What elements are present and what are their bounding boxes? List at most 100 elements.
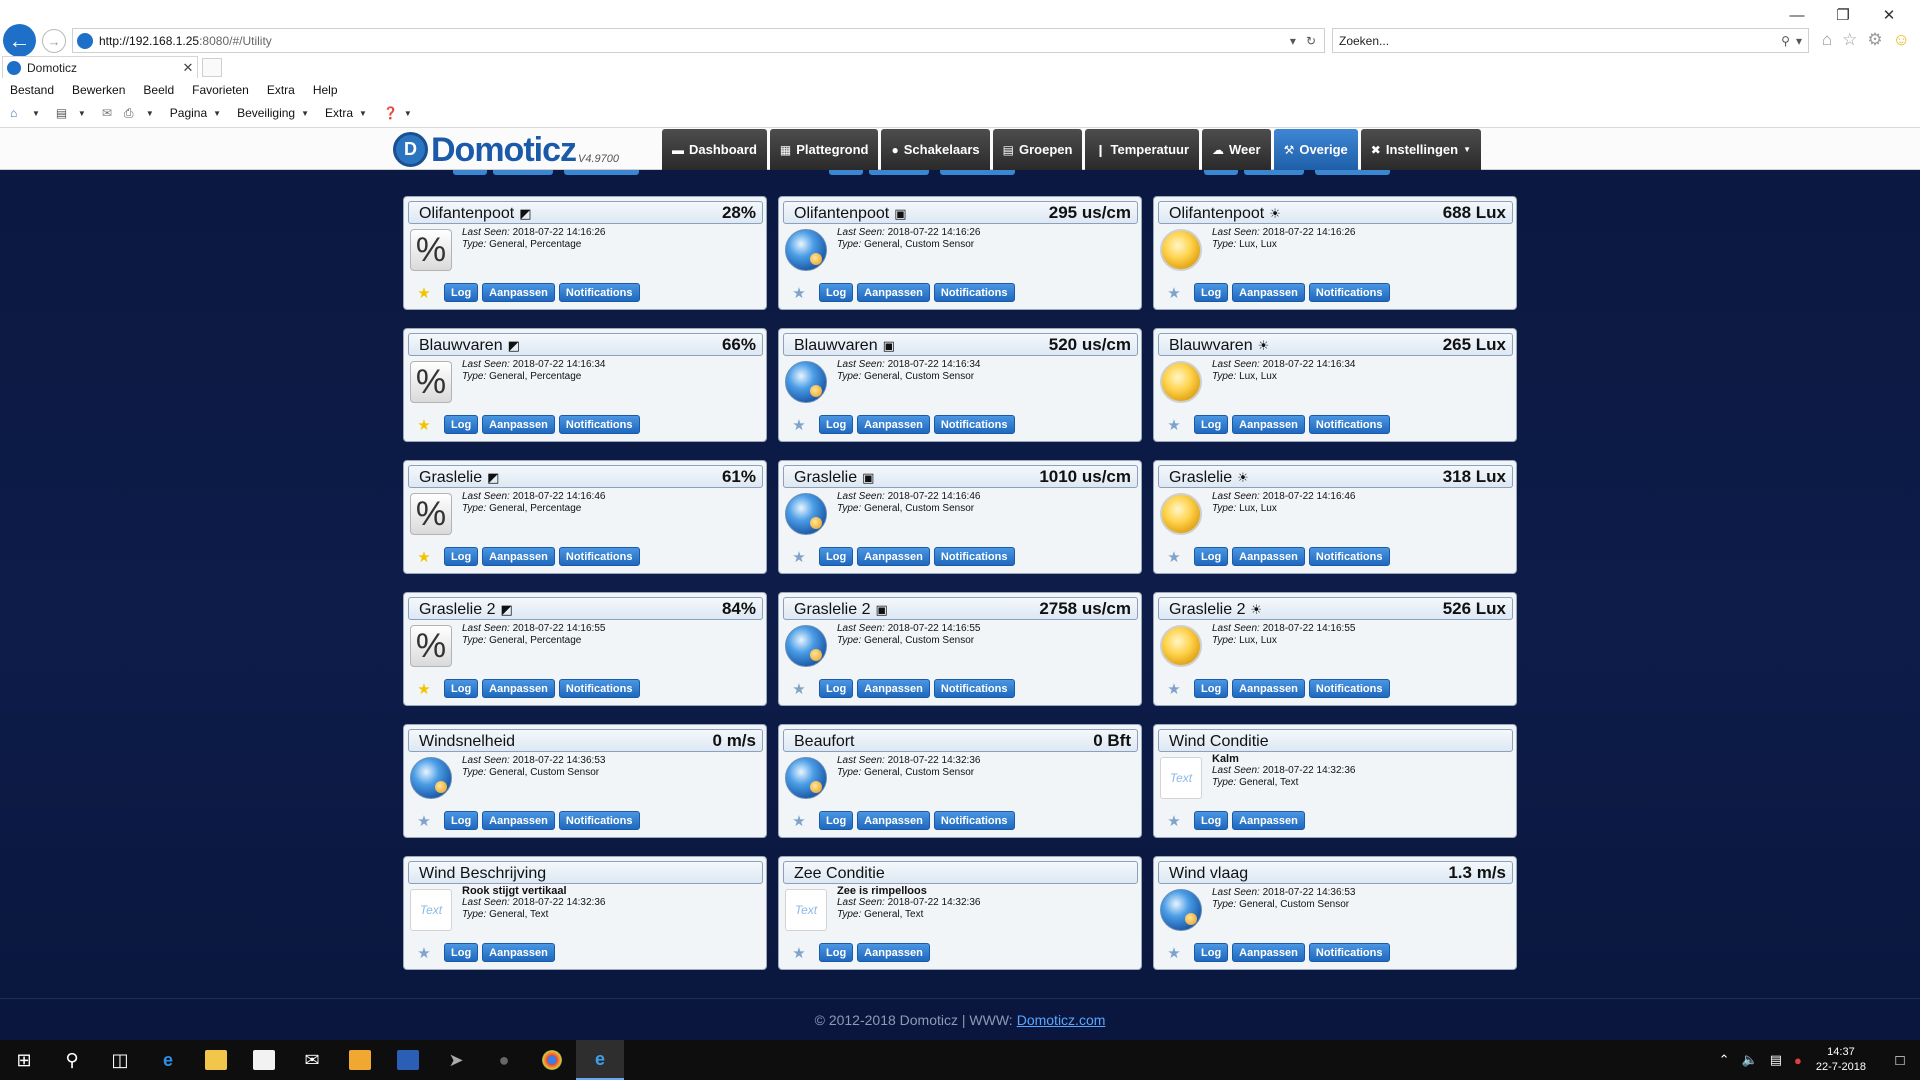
menu-extra[interactable]: Extra bbox=[267, 83, 295, 97]
help-icon[interactable]: ❓ bbox=[383, 106, 398, 120]
back-button[interactable]: ← bbox=[3, 24, 36, 57]
log-button[interactable]: Log bbox=[819, 679, 854, 698]
nav-tab-groepen[interactable]: ▤ Groepen bbox=[992, 129, 1083, 170]
favorite-star-icon[interactable]: ★ bbox=[1166, 812, 1182, 830]
log-button[interactable]: Log bbox=[1194, 943, 1229, 962]
notifications-button[interactable]: Notifications bbox=[558, 415, 640, 434]
notifications-button[interactable]: Notifications bbox=[933, 811, 1015, 830]
log-button[interactable]: Log bbox=[1194, 679, 1229, 698]
notifications-button[interactable]: Notifications bbox=[1308, 283, 1390, 302]
start-windows-icon[interactable]: ⊞ bbox=[0, 1040, 48, 1080]
mail-icon[interactable]: ✉ bbox=[288, 1040, 336, 1080]
print-icon[interactable]: ⎙ bbox=[124, 106, 140, 120]
nav-tab-instellingen[interactable]: ✖ Instellingen ▼ bbox=[1360, 129, 1481, 170]
favorite-star-icon[interactable]: ★ bbox=[1166, 548, 1182, 566]
favorite-star-icon[interactable]: ★ bbox=[791, 284, 807, 302]
edit-button[interactable]: Aanpassen bbox=[857, 547, 930, 566]
favorite-star-icon[interactable]: ★ bbox=[791, 944, 807, 962]
store-icon[interactable] bbox=[240, 1040, 288, 1080]
log-button[interactable]: Log bbox=[444, 811, 479, 830]
favorite-star-icon[interactable]: ★ bbox=[416, 944, 432, 962]
system-clock[interactable]: 14:37 22-7-2018 bbox=[1816, 1045, 1866, 1075]
edit-button[interactable]: Aanpassen bbox=[482, 415, 555, 434]
log-button[interactable]: Log bbox=[819, 283, 854, 302]
tab-domoticz[interactable]: Domoticz ✕ bbox=[2, 56, 198, 78]
favorite-star-icon[interactable]: ★ bbox=[791, 680, 807, 698]
chevron-down-icon[interactable]: ▼ bbox=[32, 109, 40, 118]
gear-icon[interactable]: ⚙ bbox=[1867, 30, 1882, 50]
menu-bestand[interactable]: Bestand bbox=[10, 83, 54, 97]
favorite-star-icon[interactable]: ★ bbox=[791, 548, 807, 566]
search-icon[interactable]: ⚲ bbox=[48, 1040, 96, 1080]
favorites-star-icon[interactable]: ☆ bbox=[1842, 30, 1857, 50]
nav-tab-overige[interactable]: ⚒ Overige bbox=[1273, 129, 1358, 170]
outlook-icon[interactable] bbox=[336, 1040, 384, 1080]
chevron-down-icon[interactable]: ▼ bbox=[146, 109, 154, 118]
menu-favorieten[interactable]: Favorieten bbox=[192, 83, 249, 97]
log-button[interactable]: Log bbox=[819, 943, 854, 962]
chevron-down-icon[interactable]: ▼ bbox=[359, 109, 367, 118]
log-button[interactable]: Log bbox=[444, 283, 479, 302]
favorite-star-icon[interactable]: ★ bbox=[791, 812, 807, 830]
edit-button[interactable]: Aanpassen bbox=[1232, 811, 1305, 830]
notifications-button[interactable]: Notifications bbox=[558, 679, 640, 698]
favorite-star-icon[interactable]: ★ bbox=[416, 548, 432, 566]
chrome-icon[interactable] bbox=[528, 1040, 576, 1080]
edit-button[interactable]: Aanpassen bbox=[482, 283, 555, 302]
feeds-icon[interactable]: ▤ bbox=[56, 106, 72, 120]
menu-bewerken[interactable]: Bewerken bbox=[72, 83, 125, 97]
tray-app-icon[interactable]: ● bbox=[1794, 1053, 1802, 1068]
chevron-down-icon[interactable]: ▼ bbox=[78, 109, 86, 118]
mail-icon[interactable]: ✉ bbox=[102, 106, 118, 120]
nav-tab-weer[interactable]: ☁ Weer bbox=[1202, 129, 1271, 170]
log-button[interactable]: Log bbox=[1194, 283, 1229, 302]
favorite-star-icon[interactable]: ★ bbox=[1166, 284, 1182, 302]
edit-button[interactable]: Aanpassen bbox=[857, 283, 930, 302]
new-tab-button[interactable] bbox=[202, 58, 222, 77]
nav-tab-plattegrond[interactable]: ▦ Plattegrond bbox=[769, 129, 879, 170]
forward-button[interactable]: → bbox=[42, 29, 66, 53]
nav-tab-dashboard[interactable]: ▬ Dashboard bbox=[662, 129, 767, 170]
notifications-button[interactable]: Notifications bbox=[1308, 943, 1390, 962]
nav-tab-temperatuur[interactable]: ❙ Temperatuur bbox=[1085, 129, 1200, 170]
log-button[interactable]: Log bbox=[819, 811, 854, 830]
app-icon[interactable]: ➤ bbox=[432, 1040, 480, 1080]
favorite-star-icon[interactable]: ★ bbox=[416, 812, 432, 830]
search-icon[interactable]: ⚲ bbox=[1781, 34, 1790, 48]
volume-icon[interactable]: 🔈 bbox=[1742, 1052, 1758, 1068]
edit-button[interactable]: Aanpassen bbox=[1232, 679, 1305, 698]
edit-button[interactable]: Aanpassen bbox=[1232, 547, 1305, 566]
feedback-smiley-icon[interactable]: ☺ bbox=[1893, 30, 1910, 50]
menu-help[interactable]: Help bbox=[313, 83, 338, 97]
notifications-button[interactable]: Notifications bbox=[1308, 679, 1390, 698]
log-button[interactable]: Log bbox=[444, 943, 479, 962]
favorite-star-icon[interactable]: ★ bbox=[1166, 680, 1182, 698]
edit-button[interactable]: Aanpassen bbox=[1232, 283, 1305, 302]
task-view-icon[interactable]: ◫ bbox=[96, 1040, 144, 1080]
notifications-button[interactable]: Notifications bbox=[1308, 415, 1390, 434]
log-button[interactable]: Log bbox=[1194, 811, 1229, 830]
log-button[interactable]: Log bbox=[819, 547, 854, 566]
notifications-button[interactable]: Notifications bbox=[558, 811, 640, 830]
address-bar[interactable]: http://192.168.1.25:8080/#/Utility ▾ ↻ bbox=[72, 28, 1325, 53]
app-icon[interactable]: ● bbox=[480, 1040, 528, 1080]
notifications-button[interactable]: Notifications bbox=[1308, 547, 1390, 566]
log-button[interactable]: Log bbox=[444, 415, 479, 434]
refresh-icon[interactable]: ↻ bbox=[1306, 34, 1316, 48]
log-button[interactable]: Log bbox=[1194, 415, 1229, 434]
chevron-down-icon[interactable]: ▾ bbox=[1796, 34, 1802, 48]
chevron-up-icon[interactable]: ⌃ bbox=[1719, 1052, 1730, 1068]
nav-tab-schakelaars[interactable]: ● Schakelaars bbox=[881, 129, 990, 170]
favorite-star-icon[interactable]: ★ bbox=[416, 284, 432, 302]
domoticz-logo[interactable]: D Domoticz V4.9700 bbox=[393, 131, 619, 167]
log-button[interactable]: Log bbox=[1194, 547, 1229, 566]
favorite-star-icon[interactable]: ★ bbox=[416, 416, 432, 434]
edit-button[interactable]: Aanpassen bbox=[857, 679, 930, 698]
chevron-down-icon[interactable]: ▼ bbox=[213, 109, 221, 118]
log-button[interactable]: Log bbox=[444, 679, 479, 698]
internet-explorer-icon[interactable]: e bbox=[576, 1040, 624, 1080]
word-icon[interactable] bbox=[384, 1040, 432, 1080]
action-center-icon[interactable]: □ bbox=[1880, 1040, 1920, 1080]
home-icon[interactable]: ⌂ bbox=[10, 106, 26, 120]
log-button[interactable]: Log bbox=[444, 547, 479, 566]
